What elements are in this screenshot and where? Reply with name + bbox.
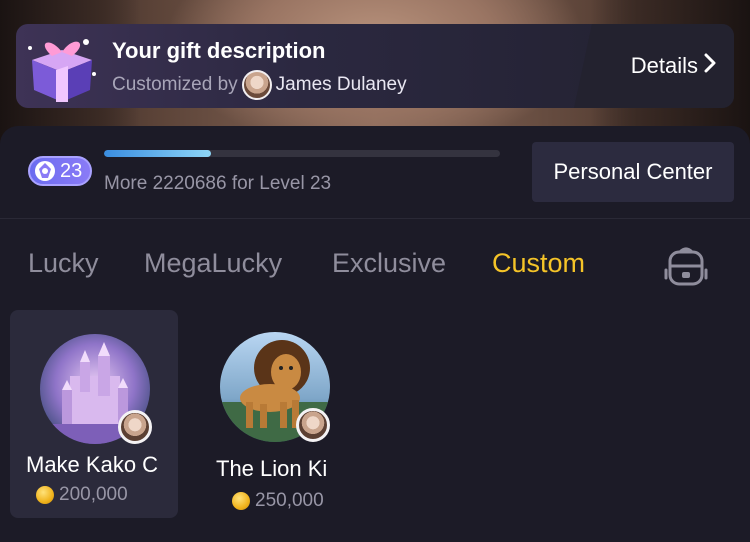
chevron-right-icon <box>704 53 716 79</box>
level-badge: 23 <box>28 156 92 186</box>
level-progress-bar <box>104 150 500 157</box>
gift-description-banner[interactable]: Your gift description Customized by Jame… <box>16 24 734 108</box>
personal-center-button[interactable]: Personal Center <box>532 142 734 202</box>
level-progress-text: More 2220686 for Level 23 <box>104 173 332 194</box>
tab-megalucky[interactable]: MegaLucky <box>144 248 282 279</box>
gift-price-value: 250,000 <box>255 490 324 511</box>
details-label: Details <box>630 53 698 78</box>
gift-price: 250,000 <box>232 490 324 512</box>
gift-box-icon <box>22 30 100 104</box>
gift-price: 200,000 <box>36 484 128 506</box>
coin-icon <box>232 492 250 510</box>
backpack-icon[interactable] <box>662 244 710 288</box>
gift-name: The Lion Ki <box>216 456 328 481</box>
tab-lucky[interactable]: Lucky <box>28 248 99 279</box>
level-value: 23 <box>60 159 83 182</box>
coin-icon <box>36 486 54 504</box>
category-tabs: Lucky MegaLucky Exclusive Custom <box>0 244 750 288</box>
gift-panel: 23 More 2220686 for Level 23 Personal Ce… <box>0 126 750 542</box>
tab-custom[interactable]: Custom <box>492 248 585 279</box>
creator-avatar <box>296 408 330 442</box>
creator-avatar <box>241 70 272 100</box>
level-progress-fill <box>104 150 211 157</box>
gift-card-lion-king[interactable]: The Lion Ki 250,000 <box>190 310 358 518</box>
creator-avatar <box>118 410 152 444</box>
divider <box>0 218 750 219</box>
tab-exclusive[interactable]: Exclusive <box>332 248 446 279</box>
details-button[interactable]: Details <box>574 24 734 108</box>
banner-subtitle: Customized by James Dulaney <box>112 70 407 100</box>
gift-name: Make Kako C <box>26 452 159 477</box>
creator-name: James Dulaney <box>275 74 407 95</box>
gift-price-value: 200,000 <box>59 484 128 505</box>
customized-by-label: Customized by <box>112 74 238 95</box>
gift-card-make-kako[interactable]: Make Kako C 200,000 <box>10 310 178 518</box>
level-gem-icon <box>34 160 56 182</box>
banner-title: Your gift description <box>112 38 326 63</box>
